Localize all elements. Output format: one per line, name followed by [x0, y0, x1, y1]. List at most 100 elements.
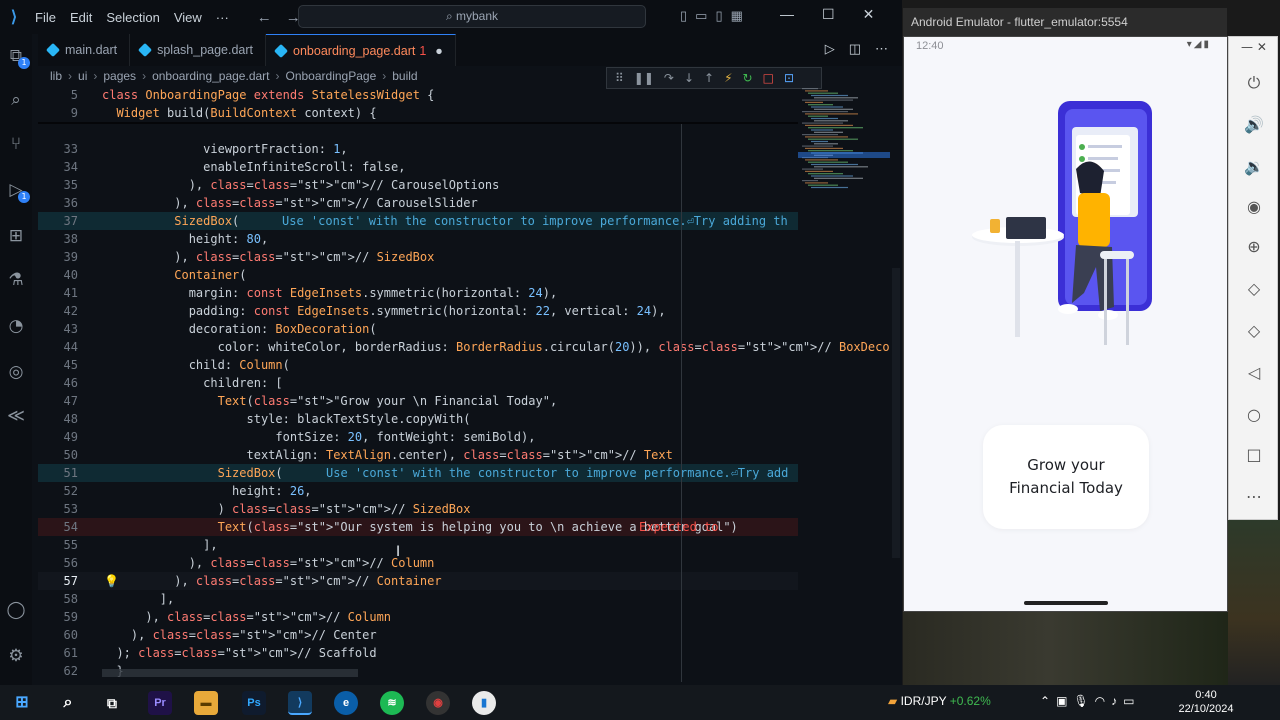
wifi-icon[interactable]: ◠: [1095, 694, 1111, 708]
code-line[interactable]: 43 decoration: BoxDecoration(: [38, 320, 798, 338]
breadcrumb-file[interactable]: onboarding_page.dart: [152, 69, 269, 83]
command-center-search[interactable]: ⌕ mybank: [298, 5, 646, 28]
minimize-icon[interactable]: —: [1241, 40, 1253, 54]
source-control-icon[interactable]: ⑂: [4, 132, 28, 156]
code-line[interactable]: 53 ) class=class="st">"cm">// SizedBox: [38, 500, 798, 518]
close-icon[interactable]: ✕: [863, 6, 875, 23]
toggle-sidebar-icon[interactable]: ▯: [680, 8, 687, 24]
step-over-icon[interactable]: ↷: [664, 71, 674, 85]
code-line[interactable]: 34 enableInfiniteScroll: false,: [38, 158, 798, 176]
split-editor-icon[interactable]: ◫: [849, 41, 861, 57]
camera-icon[interactable]: ◉: [1242, 195, 1266, 219]
breadcrumb-lib[interactable]: lib: [50, 69, 62, 83]
code-line[interactable]: 61 ); class=class="st">"cm">// Scaffold: [38, 644, 798, 662]
taskbar-clock[interactable]: 0:40 22/10/2024: [1176, 688, 1236, 716]
minimap[interactable]: [798, 86, 890, 216]
code-line[interactable]: 56 ), class=class="st">"cm">// Column: [38, 554, 798, 572]
volume-icon[interactable]: ♪: [1111, 694, 1123, 708]
hot-restart-icon[interactable]: ↻: [743, 71, 753, 85]
unsaved-dot-icon[interactable]: ●: [435, 44, 443, 58]
overview-icon[interactable]: □: [1242, 443, 1266, 467]
code-line[interactable]: 52 height: 26,: [38, 482, 798, 500]
code-line[interactable]: 37 SizedBox(Use 'const' with the constru…: [38, 212, 798, 230]
vertical-scrollbar[interactable]: [890, 86, 902, 682]
close-icon[interactable]: ✕: [1257, 40, 1267, 54]
breadcrumb-ui[interactable]: ui: [78, 69, 87, 83]
code-line[interactable]: 58 ],: [38, 590, 798, 608]
horizontal-scrollbar[interactable]: [102, 669, 358, 677]
menu-more[interactable]: ···: [216, 10, 229, 25]
spotify-icon[interactable]: ≋: [380, 691, 404, 715]
code-line[interactable]: 54 Text(class="st">"Our system is helpin…: [38, 518, 798, 536]
code-line[interactable]: 33 viewportFraction: 1,: [38, 140, 798, 158]
code-line[interactable]: 44 color: whiteColor, borderRadius: Bord…: [38, 338, 902, 356]
menu-edit[interactable]: Edit: [70, 10, 92, 25]
code-line[interactable]: 41 margin: const EdgeInsets.symmetric(ho…: [38, 284, 798, 302]
code-line[interactable]: 47 Text(class="st">"Grow your \n Financi…: [38, 392, 798, 410]
code-line[interactable]: 48 style: blackTextStyle.copyWith(: [38, 410, 798, 428]
pause-icon[interactable]: ❚❚: [634, 71, 654, 85]
tab-main-dart[interactable]: main.dart: [38, 34, 131, 66]
account-icon[interactable]: ◯: [4, 598, 28, 622]
menu-file[interactable]: File: [35, 10, 56, 25]
code-line[interactable]: 40 Container(: [38, 266, 798, 284]
testing-icon[interactable]: ⚗: [4, 268, 28, 292]
recorder-icon[interactable]: ◉: [426, 691, 450, 715]
run-icon[interactable]: ▷: [825, 41, 835, 57]
emulator-screen[interactable]: 12:40 ▾◢▮ Grow your Financial Today: [903, 36, 1228, 612]
chevron-up-icon[interactable]: ⌃: [1040, 694, 1056, 708]
more-actions-icon[interactable]: ⋯: [875, 41, 888, 57]
code-line[interactable]: 49 fontSize: 20, fontWeight: semiBold),: [38, 428, 798, 446]
code-line[interactable]: 45 child: Column(: [38, 356, 798, 374]
code-line[interactable]: 46 children: [: [38, 374, 798, 392]
edge-icon[interactable]: e: [334, 691, 358, 715]
code-line[interactable]: 51 SizedBox(Use 'const' with the constru…: [38, 464, 798, 482]
rotate-right-icon[interactable]: ◇: [1242, 319, 1266, 343]
menu-view[interactable]: View: [174, 10, 202, 25]
back-arrow-icon[interactable]: ←: [257, 9, 272, 26]
task-view-icon[interactable]: ⧉: [100, 691, 124, 715]
code-editor[interactable]: 5 class OnboardingPage extends StatelessW…: [38, 86, 902, 682]
zoom-icon[interactable]: ⊕: [1242, 235, 1266, 259]
remote-icon[interactable]: ◎: [4, 360, 28, 384]
code-line[interactable]: 36 ), class=class="st">"cm">// CarouselS…: [38, 194, 798, 212]
minimize-icon[interactable]: —: [780, 6, 794, 23]
step-into-icon[interactable]: ↓: [684, 71, 694, 85]
code-line[interactable]: 60 ), class=class="st">"cm">// Center: [38, 626, 798, 644]
code-line[interactable]: 39 ), class=class="st">"cm">// SizedBox: [38, 248, 798, 266]
customize-layout-icon[interactable]: ▦: [731, 8, 743, 24]
lightbulb-icon[interactable]: 💡: [104, 572, 119, 590]
volume-down-icon[interactable]: 🔉: [1242, 155, 1266, 179]
breadcrumb-pages[interactable]: pages: [103, 69, 136, 83]
flutter-app-icon[interactable]: ▮: [472, 691, 496, 715]
tab-onboarding-page[interactable]: onboarding_page.dart 1 ●: [266, 34, 456, 66]
file-explorer-icon[interactable]: ▬: [194, 691, 218, 715]
minimap-viewport[interactable]: [798, 152, 890, 158]
explorer-icon[interactable]: ⧉ 1: [4, 44, 30, 69]
home-icon[interactable]: ○: [1242, 403, 1266, 427]
tab-splash-page[interactable]: splash_page.dart: [130, 34, 267, 66]
menu-selection[interactable]: Selection: [106, 10, 159, 25]
gesture-nav-pill[interactable]: [1024, 601, 1108, 605]
scrollbar-thumb[interactable]: [892, 268, 900, 558]
microphone-icon[interactable]: 🎙: [1073, 694, 1094, 708]
maximize-icon[interactable]: ☐: [822, 6, 835, 23]
back-icon[interactable]: ◁: [1242, 361, 1266, 385]
photoshop-icon[interactable]: Ps: [242, 691, 266, 715]
power-icon[interactable]: ⏻: [1242, 71, 1266, 95]
code-line[interactable]: 42 padding: const EdgeInsets.symmetric(h…: [38, 302, 798, 320]
settings-gear-icon[interactable]: ⚙: [4, 644, 28, 668]
toggle-secondary-sidebar-icon[interactable]: ▯: [715, 8, 722, 24]
flutter-icon[interactable]: ≪: [4, 404, 28, 428]
vscode-taskbar-icon[interactable]: ⟩: [288, 691, 312, 715]
code-line[interactable]: 59 ), class=class="st">"cm">// Column: [38, 608, 798, 626]
drag-handle-icon[interactable]: ⠿: [615, 71, 624, 85]
code-line[interactable]: 35 ), class=class="st">"cm">// CarouselO…: [38, 176, 798, 194]
git-graph-icon[interactable]: ◔: [4, 314, 28, 338]
stop-icon[interactable]: □: [763, 71, 774, 85]
run-debug-icon[interactable]: ▷ 1: [4, 178, 30, 203]
rotate-left-icon[interactable]: ◇: [1242, 277, 1266, 301]
windows-start-icon[interactable]: ⊞: [10, 691, 34, 715]
code-line[interactable]: 57 ), class=class="st">"cm">// Container…: [38, 572, 798, 590]
search-icon[interactable]: ⌕: [4, 88, 28, 112]
